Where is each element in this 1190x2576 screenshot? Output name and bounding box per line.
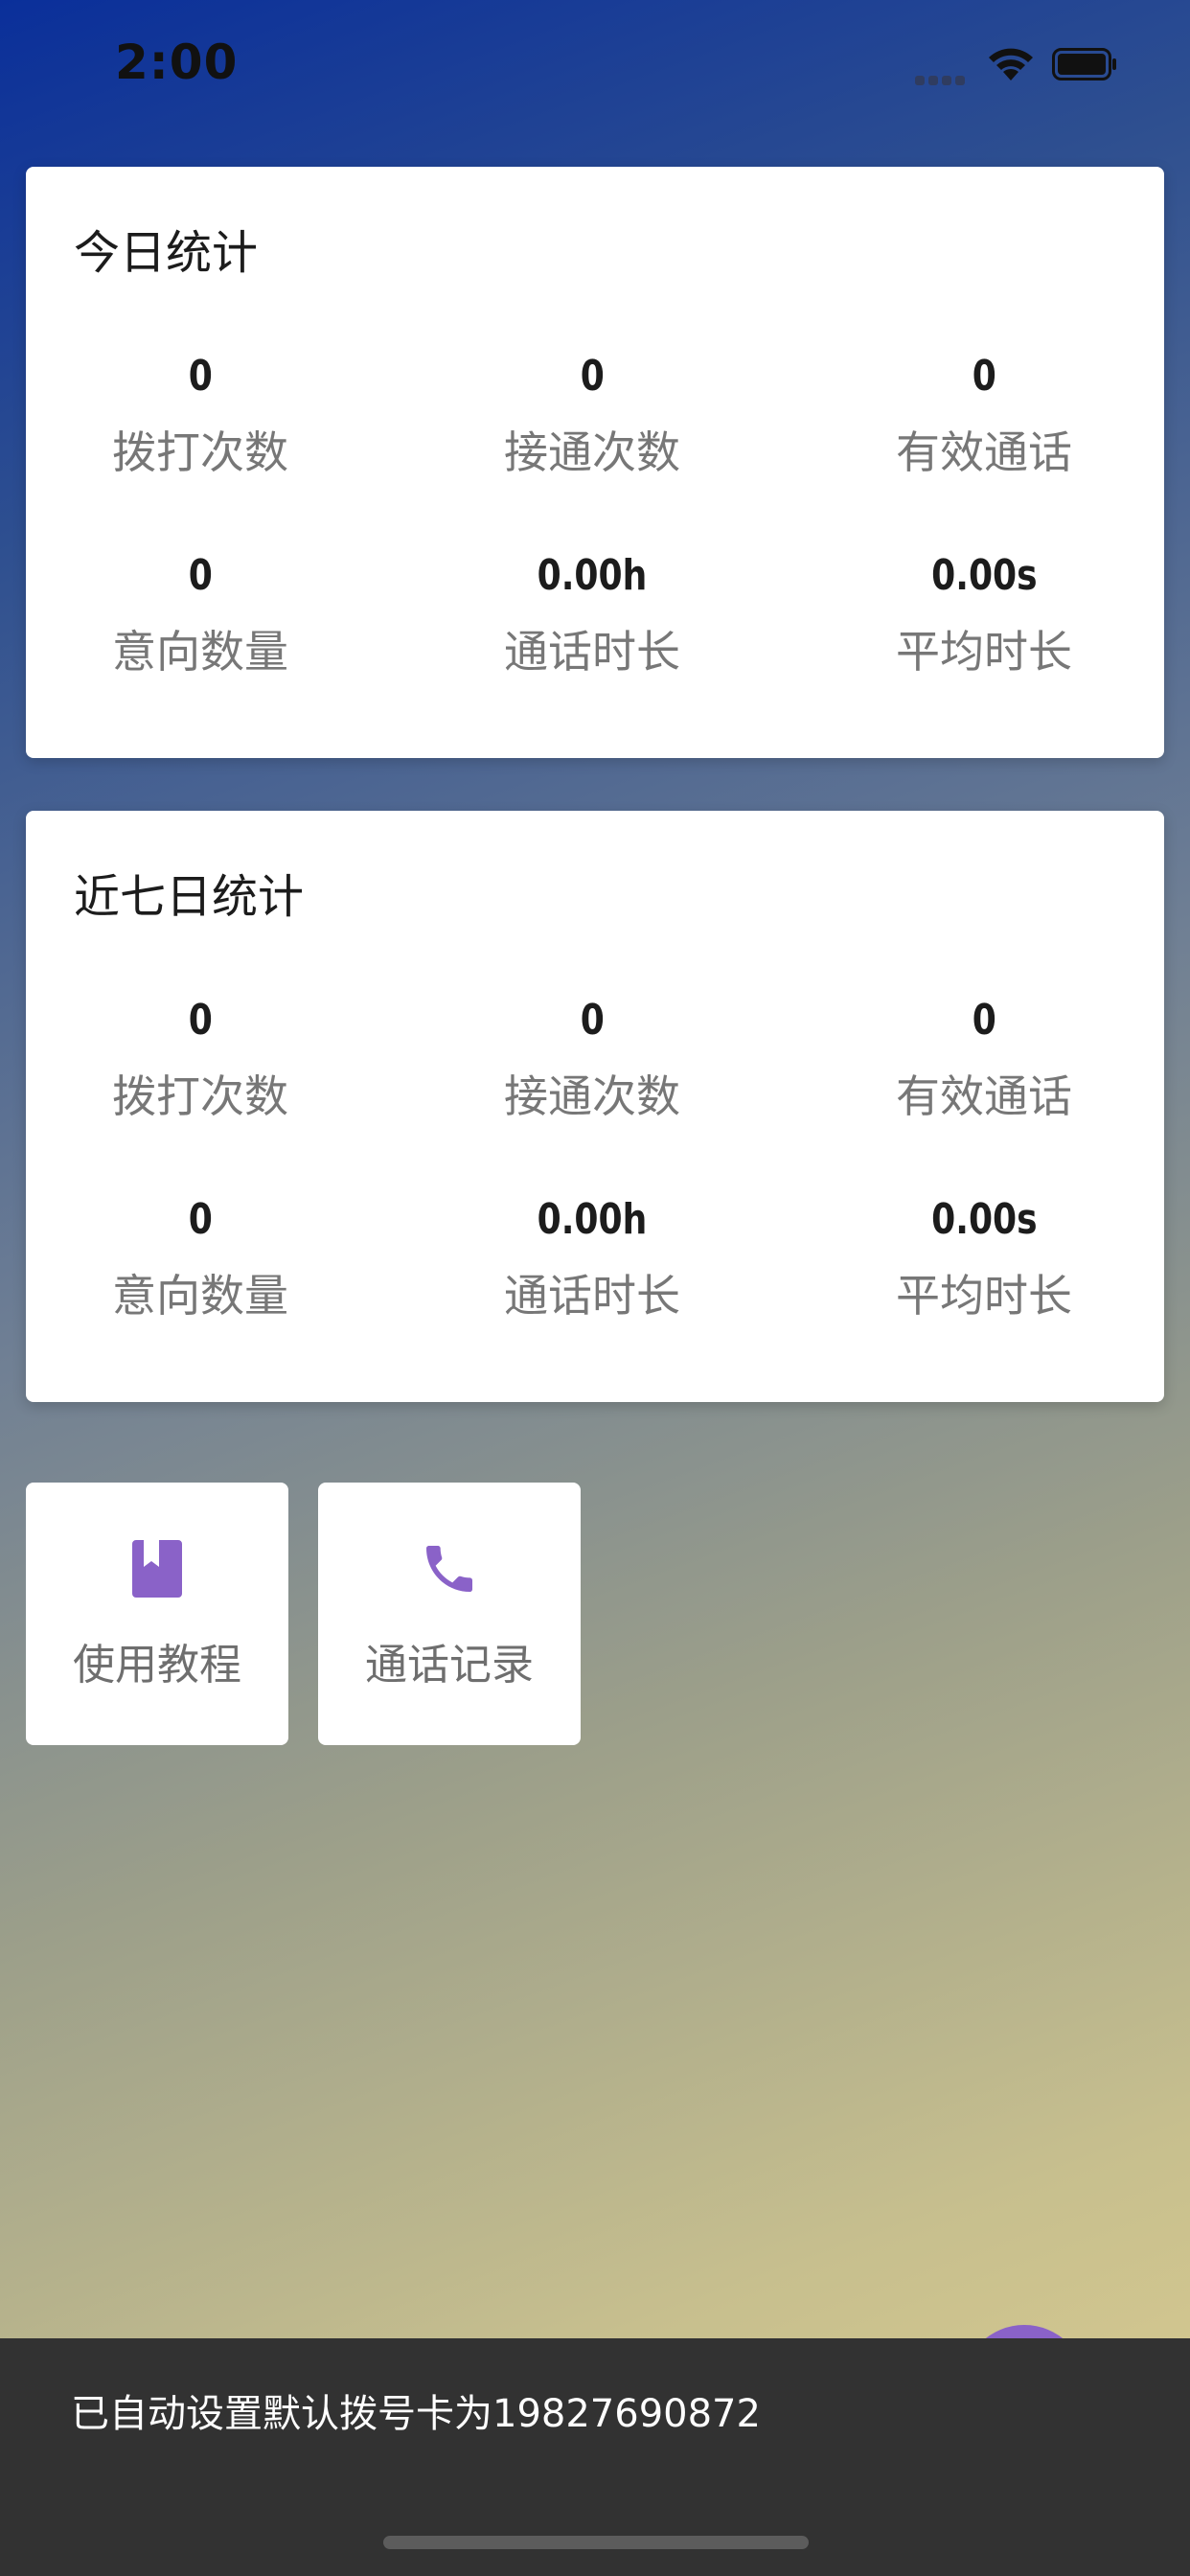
stat-average-duration: 0.00s 平均时长 — [804, 548, 1164, 680]
stat-call-duration: 0.00h 通话时长 — [400, 548, 785, 680]
app-screen: 2:00 今日统计 0 拨打次数 0 接通次数 0 有效通话 0 意向数量 0.… — [0, 0, 1190, 2576]
book-icon — [132, 1540, 182, 1598]
battery-icon — [1052, 48, 1116, 80]
stats-grid: 0 拨打次数 0 接通次数 0 有效通话 0 意向数量 0.00h 通话时长 0… — [26, 993, 1164, 1324]
stat-label: 接通次数 — [504, 426, 680, 478]
stat-connected-count: 0 接通次数 — [400, 993, 785, 1125]
stat-label: 拨打次数 — [112, 1070, 288, 1122]
stat-value: 0 — [188, 1195, 213, 1244]
phone-icon — [426, 1546, 472, 1592]
today-stats-card: 今日统计 0 拨打次数 0 接通次数 0 有效通话 0 意向数量 0.00h 通… — [26, 167, 1164, 758]
stat-value: 0.00s — [930, 551, 1038, 600]
stat-intent-count: 0 意向数量 — [0, 1192, 405, 1324]
home-indicator[interactable] — [383, 2536, 809, 2549]
stat-dial-count: 0 拨打次数 — [0, 349, 405, 481]
stat-value: 0.00h — [537, 1195, 648, 1244]
tutorial-tile-button[interactable]: 使用教程 — [26, 1483, 288, 1745]
stat-value: 0 — [188, 352, 213, 401]
stat-label: 通话时长 — [504, 1270, 680, 1322]
stat-call-duration: 0.00h 通话时长 — [400, 1192, 785, 1324]
stat-dial-count: 0 拨打次数 — [0, 993, 405, 1125]
stat-label: 有效通话 — [896, 426, 1072, 478]
stat-value: 0 — [972, 352, 996, 401]
stat-average-duration: 0.00s 平均时长 — [804, 1192, 1164, 1324]
week-stats-card: 近七日统计 0 拨打次数 0 接通次数 0 有效通话 0 意向数量 0.00h … — [26, 811, 1164, 1402]
stat-label: 意向数量 — [112, 626, 288, 678]
stats-grid: 0 拨打次数 0 接通次数 0 有效通话 0 意向数量 0.00h 通话时长 0… — [26, 349, 1164, 680]
stat-value: 0 — [188, 551, 213, 600]
stat-label: 平均时长 — [896, 1270, 1072, 1322]
tile-label: 使用教程 — [73, 1641, 241, 1690]
status-time: 2:00 — [115, 34, 239, 90]
stat-effective-calls: 0 有效通话 — [804, 349, 1164, 481]
stat-label: 平均时长 — [896, 626, 1072, 678]
card-title: 近七日统计 — [74, 870, 305, 924]
tile-label: 通话记录 — [365, 1641, 534, 1690]
cellular-signal-icon — [915, 71, 969, 85]
status-bar: 2:00 — [0, 0, 1190, 134]
stat-label: 意向数量 — [112, 1270, 288, 1322]
stat-intent-count: 0 意向数量 — [0, 548, 405, 680]
stat-label: 拨打次数 — [112, 426, 288, 478]
stat-connected-count: 0 接通次数 — [400, 349, 785, 481]
snackbar: 已自动设置默认拨号卡为19827690872 — [0, 2338, 1190, 2576]
wifi-icon — [989, 48, 1033, 80]
stat-value: 0 — [188, 996, 213, 1045]
stat-value: 0 — [580, 352, 605, 401]
stat-value: 0 — [972, 996, 996, 1045]
stat-value: 0.00h — [537, 551, 648, 600]
stat-label: 通话时长 — [504, 626, 680, 678]
stat-value: 0 — [580, 996, 605, 1045]
call-records-tile-button[interactable]: 通话记录 — [318, 1483, 581, 1745]
stat-label: 有效通话 — [896, 1070, 1072, 1122]
stat-value: 0.00s — [930, 1195, 1038, 1244]
card-title: 今日统计 — [74, 226, 259, 280]
stat-label: 接通次数 — [504, 1070, 680, 1122]
stat-effective-calls: 0 有效通话 — [804, 993, 1164, 1125]
snackbar-message: 已自动设置默认拨号卡为19827690872 — [71, 2392, 761, 2436]
